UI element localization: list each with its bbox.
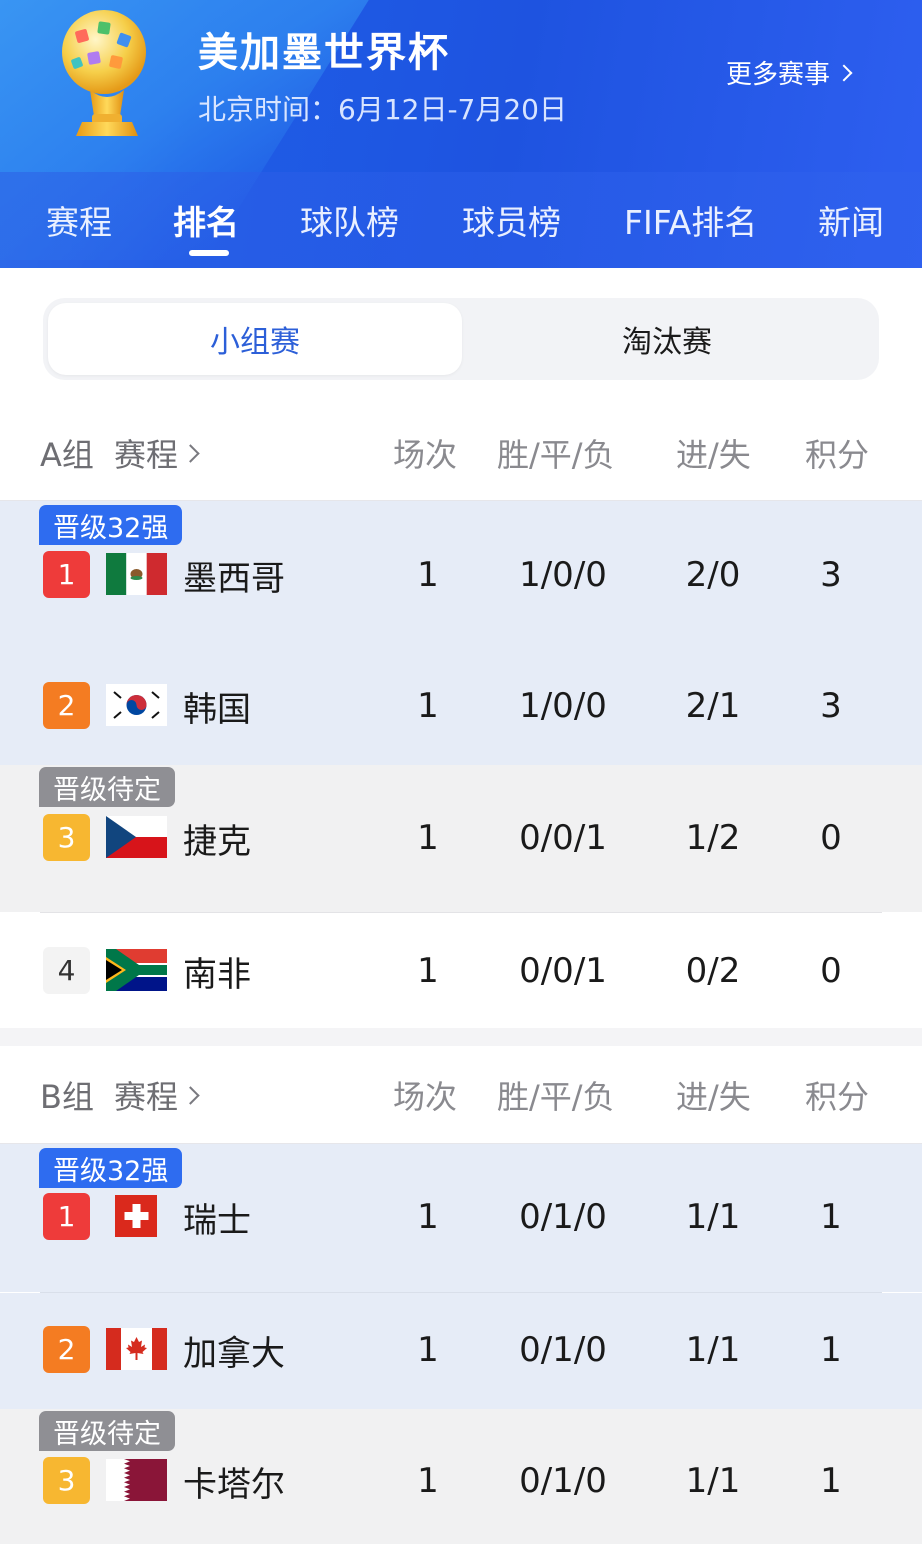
qualified-badge: 晋级32强 [39,505,183,545]
team-name: 南非 [183,955,251,995]
matches-played: 1 [417,1461,439,1501]
group-schedule-link[interactable]: 赛程 [114,1072,200,1118]
matches-played: 1 [417,555,439,595]
matches-played: 1 [417,818,439,858]
win-draw-loss: 1/0/0 [519,686,607,726]
group-separator [0,1028,922,1046]
table-row[interactable]: 晋级待定 3 捷克 1 0/0/1 1/2 0 [0,765,922,912]
rank-badge: 2 [43,682,90,729]
win-draw-loss: 0/0/1 [519,951,607,991]
tab-fifa-ranking[interactable]: FIFA排名 [624,196,757,244]
canada-flag-icon [106,1328,167,1370]
table-row[interactable]: 晋级32强 1 瑞士 1 0/1/0 1/1 1 [0,1144,922,1292]
table-row[interactable]: 4 南非 1 0/0/1 0/2 0 [0,913,922,1028]
chevron-right-icon [181,1085,200,1105]
team-name: 捷克 [183,822,251,862]
col-goals-header: 进/失 [676,436,751,474]
col-played-header: 场次 [393,436,458,474]
points: 0 [820,951,842,991]
team-name: 卡塔尔 [183,1465,285,1505]
tab-schedule[interactable]: 赛程 [46,196,112,244]
rank-badge: 3 [43,1457,90,1504]
col-played-header: 场次 [393,1078,458,1116]
more-events-link[interactable]: 更多赛事 [726,54,853,91]
matches-played: 1 [417,1330,439,1370]
col-points-header: 积分 [805,436,870,474]
group-schedule-label: 赛程 [114,1078,179,1116]
active-tab-indicator [189,250,229,256]
win-draw-loss: 0/1/0 [519,1461,607,1501]
win-draw-loss: 0/0/1 [519,818,607,858]
rank-badge: 1 [43,551,90,598]
points: 3 [820,686,842,726]
qualified-badge: 晋级32强 [39,1148,183,1188]
chevron-right-icon [181,443,200,463]
goals-for-against: 2/0 [685,555,741,595]
team-name: 韩国 [183,690,251,730]
win-draw-loss: 0/1/0 [519,1330,607,1370]
world-cup-trophy-icon [62,10,146,136]
goals-for-against: 0/2 [685,951,741,991]
tab-team-stats[interactable]: 球队榜 [300,196,399,244]
knockout-stage-button[interactable]: 淘汰赛 [460,303,874,375]
date-range: 北京时间：6月12日-7月20日 [198,93,567,126]
col-wdl-header: 胜/平/负 [497,1078,615,1116]
goals-for-against: 1/1 [685,1197,741,1237]
rank-badge: 3 [43,814,90,861]
table-row[interactable]: 晋级待定 3 卡塔尔 1 0/1/0 1/1 1 [0,1409,922,1544]
goals-for-against: 2/1 [685,686,741,726]
group-a-header: A组 赛程 场次 胜/平/负 进/失 积分 [0,406,922,502]
group-schedule-link[interactable]: 赛程 [114,430,200,476]
points: 0 [820,818,842,858]
matches-played: 1 [417,686,439,726]
points: 3 [820,555,842,595]
stage-switcher: 小组赛 淘汰赛 [43,298,879,380]
qatar-flag-icon [106,1459,167,1501]
group-name: A组 [40,436,94,474]
czech-flag-icon [106,816,167,858]
pending-badge: 晋级待定 [39,1411,175,1451]
points: 1 [820,1197,842,1237]
group-schedule-label: 赛程 [114,436,179,474]
south-korea-flag-icon [106,684,167,726]
group-stage-button[interactable]: 小组赛 [48,303,462,375]
table-row[interactable]: 2 韩国 1 1/0/0 2/1 3 [0,633,922,765]
mexico-flag-icon [106,553,167,595]
goals-for-against: 1/2 [685,818,741,858]
tab-news[interactable]: 新闻 [818,196,884,244]
table-row[interactable]: 2 加拿大 1 0/1/0 1/1 1 [0,1293,922,1409]
table-row[interactable]: 晋级32强 1 墨西哥 1 1/0/0 2/0 3 [0,501,922,633]
matches-played: 1 [417,1197,439,1237]
more-events-label: 更多赛事 [726,60,831,90]
tab-player-stats[interactable]: 球员榜 [462,196,561,244]
chevron-right-icon [835,64,853,81]
rank-badge: 1 [43,1193,90,1240]
switzerland-flag-icon [115,1195,157,1237]
rank-badge: 2 [43,1326,90,1373]
points: 1 [820,1461,842,1501]
page-title: 美加墨世界杯 [198,30,450,76]
rank-badge: 4 [43,947,90,994]
pending-badge: 晋级待定 [39,767,175,807]
main-nav: 赛程 排名 球队榜 球员榜 FIFA排名 新闻 [0,196,922,256]
south-africa-flag-icon [106,949,167,991]
group-b-header: B组 赛程 场次 胜/平/负 进/失 积分 [0,1048,922,1144]
points: 1 [820,1330,842,1370]
col-goals-header: 进/失 [676,1078,751,1116]
win-draw-loss: 1/0/0 [519,555,607,595]
matches-played: 1 [417,951,439,991]
goals-for-against: 1/1 [685,1461,741,1501]
win-draw-loss: 0/1/0 [519,1197,607,1237]
tab-standings[interactable]: 排名 [173,196,239,244]
col-points-header: 积分 [805,1078,870,1116]
group-name: B组 [40,1078,94,1116]
team-name: 加拿大 [183,1334,285,1374]
team-name: 瑞士 [183,1201,251,1241]
goals-for-against: 1/1 [685,1330,741,1370]
team-name: 墨西哥 [183,559,285,599]
col-wdl-header: 胜/平/负 [497,436,615,474]
